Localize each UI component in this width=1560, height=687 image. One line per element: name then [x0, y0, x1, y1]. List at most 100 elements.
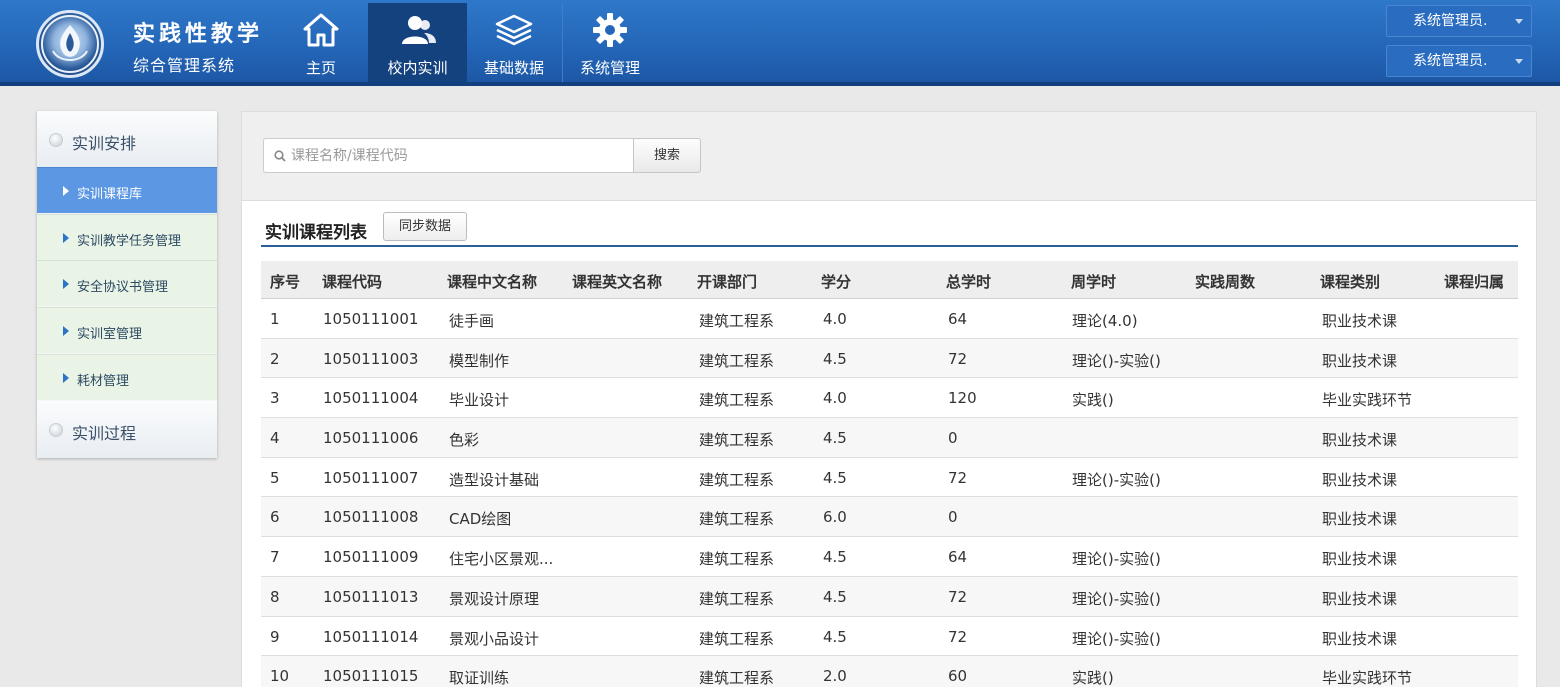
chevron-down-icon — [1515, 59, 1523, 64]
table-row[interactable]: 3 1050111004 毕业设计 建筑工程系 4.0 120 实践() 毕业实践环节 — [261, 378, 1518, 419]
app-subtitle: 综合管理系统 — [133, 56, 236, 75]
cell-course-code: 1050111009 — [323, 548, 419, 567]
sidebar-item-teaching-tasks[interactable]: 实训教学任务管理 — [37, 214, 217, 260]
cell-index: 10 — [270, 667, 290, 686]
sidebar-group-training-process[interactable]: 实训过程 — [37, 401, 217, 458]
cell-index: 8 — [270, 587, 280, 606]
column-header[interactable]: 实践周数 — [1195, 271, 1255, 292]
caret-right-icon — [63, 373, 69, 383]
cell-credits: 4.5 — [823, 349, 847, 368]
app-title: 实践性教学 — [133, 22, 264, 47]
cell-weekly-hours: 理论()-实验() — [1072, 589, 1161, 608]
column-header[interactable]: 周学时 — [1071, 271, 1116, 292]
search-field[interactable] — [263, 138, 634, 173]
cell-course-category: 职业技术课 — [1322, 312, 1398, 330]
nav-system-management-label: 系统管理 — [579, 59, 640, 77]
cell-total-hours: 60 — [948, 667, 968, 686]
column-header[interactable]: 课程中文名称 — [447, 271, 537, 292]
header-divider — [0, 82, 1560, 86]
user-menu-dropdown[interactable]: 系统管理员. — [1386, 45, 1532, 77]
table-row[interactable]: 5 1050111007 造型设计基础 建筑工程系 4.5 72 理论()-实验() 职业技术… — [261, 458, 1518, 498]
cell-department: 建筑工程系 — [699, 629, 775, 648]
table-row[interactable]: 4 1050111006 色彩 建筑工程系 4.5 0 职业技术课 — [261, 418, 1518, 458]
cell-weekly-hours: 理论()-实验() — [1072, 470, 1161, 489]
user-menu-label: 系统管理员. — [1413, 13, 1488, 29]
column-header[interactable]: 开课部门 — [697, 271, 757, 292]
column-header[interactable]: 课程代码 — [322, 271, 382, 292]
nav-separator — [562, 3, 563, 82]
cell-total-hours: 64 — [948, 548, 968, 567]
cell-index: 5 — [270, 468, 280, 487]
cell-index: 2 — [270, 349, 280, 368]
column-header[interactable]: 课程英文名称 — [572, 271, 662, 292]
cell-course-code: 1050111001 — [323, 310, 419, 328]
sidebar-item-safety-agreements[interactable]: 安全协议书管理 — [37, 260, 217, 306]
nav-home[interactable]: 主页 — [286, 3, 356, 82]
table-body: 1 1050111001 徒手画 建筑工程系 4.0 64 理论(4.0) 职业技术课 2 105… — [261, 299, 1518, 687]
column-header[interactable]: 学分 — [821, 271, 851, 292]
sidebar-item-label: 实训室管理 — [77, 327, 143, 342]
table-row[interactable]: 8 1050111013 景观设计原理 建筑工程系 4.5 72 理论()-实验() 职业技术… — [261, 576, 1518, 617]
table-row[interactable]: 1 1050111001 徒手画 建筑工程系 4.0 64 理论(4.0) 职业技术课 — [261, 299, 1518, 339]
cell-course-code: 1050111008 — [323, 508, 419, 527]
caret-right-icon — [63, 186, 69, 196]
sidebar-group-label: 实训过程 — [72, 424, 137, 443]
column-header[interactable]: 序号 — [270, 271, 300, 292]
column-header[interactable]: 总学时 — [946, 271, 991, 292]
cell-department: 建筑工程系 — [699, 470, 775, 489]
nav-campus-training-label: 校内实训 — [387, 59, 448, 77]
search-input[interactable] — [291, 145, 621, 167]
caret-right-icon — [63, 279, 69, 289]
cell-credits: 6.0 — [823, 508, 847, 527]
cell-credits: 2.0 — [823, 667, 847, 686]
cell-weekly-hours: 理论(4.0) — [1072, 312, 1138, 330]
home-icon — [286, 10, 356, 50]
cell-course-name-cn: 色彩 — [449, 431, 480, 450]
cell-department: 建筑工程系 — [699, 431, 775, 450]
sidebar-item-consumables[interactable]: 耗材管理 — [37, 354, 217, 400]
cell-index: 9 — [270, 627, 280, 646]
column-header[interactable]: 课程类别 — [1320, 271, 1380, 292]
cell-course-category: 职业技术课 — [1322, 550, 1398, 569]
sidebar-item-label: 耗材管理 — [77, 374, 130, 389]
cell-course-category: 毕业实践环节 — [1322, 669, 1413, 687]
title-underline — [261, 245, 1518, 247]
table-row[interactable]: 10 1050111015 取证训练 建筑工程系 2.0 60 实践() 毕业实践环节 — [261, 656, 1518, 687]
cell-weekly-hours: 理论()-实验() — [1072, 550, 1161, 569]
cell-course-name-cn: 造型设计基础 — [449, 470, 540, 489]
cell-total-hours: 72 — [948, 587, 968, 606]
cell-index: 1 — [270, 310, 280, 328]
cell-department: 建筑工程系 — [699, 589, 775, 608]
user-menu-dropdown[interactable]: 系统管理员. — [1386, 5, 1532, 37]
column-header[interactable]: 课程归属 — [1444, 271, 1504, 292]
nav-system-management[interactable]: 系统管理 — [572, 3, 648, 82]
cell-course-code: 1050111003 — [323, 349, 419, 368]
cell-weekly-hours: 实践() — [1072, 669, 1114, 687]
table-row[interactable]: 2 1050111003 模型制作 建筑工程系 4.5 72 理论()-实验() 职业技术课 — [261, 338, 1518, 379]
sidebar-item-course-library[interactable]: 实训课程库 — [37, 167, 217, 213]
search-button[interactable]: 搜索 — [633, 138, 701, 173]
nav-basic-data[interactable]: 基础数据 — [476, 3, 552, 82]
sidebar-item-label: 实训教学任务管理 — [77, 234, 182, 249]
cell-department: 建筑工程系 — [699, 351, 775, 370]
sync-data-button[interactable]: 同步数据 — [383, 212, 467, 241]
cell-total-hours: 72 — [948, 627, 968, 646]
sidebar-group-training-arrangement[interactable]: 实训安排 — [37, 111, 217, 167]
sidebar-item-training-rooms[interactable]: 实训室管理 — [37, 307, 217, 353]
table-row[interactable]: 6 1050111008 CAD绘图 建筑工程系 6.0 0 职业技术课 — [261, 497, 1518, 538]
bullet-icon — [49, 423, 63, 437]
cell-department: 建筑工程系 — [699, 391, 775, 410]
table-row[interactable]: 9 1050111014 景观小品设计 建筑工程系 4.5 72 理论()-实验() 职业技术… — [261, 617, 1518, 657]
cell-course-code: 1050111014 — [323, 627, 419, 646]
cell-course-category: 职业技术课 — [1322, 629, 1398, 648]
cell-course-category: 职业技术课 — [1322, 431, 1398, 450]
cell-course-code: 1050111007 — [323, 468, 419, 487]
cell-total-hours: 0 — [948, 429, 958, 448]
cell-course-category: 毕业实践环节 — [1322, 391, 1413, 410]
table-row[interactable]: 7 1050111009 住宅小区景观... 建筑工程系 4.5 64 理论()-实验() 职… — [261, 537, 1518, 577]
cell-total-hours: 64 — [948, 310, 968, 328]
nav-home-label: 主页 — [305, 59, 336, 77]
cell-total-hours: 72 — [948, 468, 968, 487]
cell-index: 4 — [270, 429, 280, 448]
nav-campus-training[interactable]: 校内实训 — [368, 3, 467, 82]
